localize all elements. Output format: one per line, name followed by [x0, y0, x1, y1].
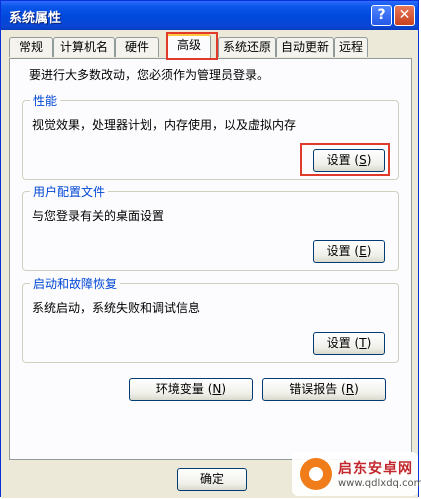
- user-profiles-desc: 与您登录有关的桌面设置: [32, 209, 165, 223]
- startup-recovery-hotkey: T: [359, 336, 367, 350]
- performance-desc: 视觉效果，处理器计划，内存使用，以及虚拟内存: [32, 118, 297, 132]
- startup-recovery-desc: 系统启动，系统失败和调试信息: [32, 301, 201, 315]
- tab-remote[interactable]: 远程: [334, 37, 368, 57]
- user-profiles-hotkey: E: [359, 244, 367, 258]
- tab-computer-name[interactable]: 计算机名: [53, 37, 115, 57]
- tab-automatic-updates[interactable]: 自动更新: [276, 37, 334, 57]
- watermark: 启东安卓网 www.qdlxdq.com: [292, 452, 421, 496]
- performance-settings-button[interactable]: 设置 (S): [313, 149, 385, 172]
- performance-title: 性能: [30, 92, 61, 109]
- performance-hotkey: S: [359, 153, 367, 167]
- admin-notice: 要进行大多数改动，您必须作为管理员登录。: [29, 68, 270, 82]
- error-reporting-button[interactable]: 错误报告 (R): [262, 378, 386, 401]
- user-profiles-settings-label: 设置: [326, 244, 351, 258]
- startup-recovery-settings-button[interactable]: 设置 (T): [313, 332, 385, 355]
- user-profiles-group: 用户配置文件 与您登录有关的桌面设置 设置 (E): [22, 183, 399, 271]
- close-icon[interactable]: ✕: [394, 5, 415, 26]
- watermark-logo-icon: [300, 458, 332, 490]
- performance-group: 性能 视觉效果，处理器计划，内存使用，以及虚拟内存 设置 (S): [22, 92, 399, 180]
- tab-advanced[interactable]: 高级: [167, 34, 211, 58]
- user-profiles-title: 用户配置文件: [30, 183, 109, 200]
- environment-variables-hotkey: N: [212, 382, 222, 396]
- environment-variables-button[interactable]: 环境变量 (N): [129, 378, 253, 401]
- help-icon[interactable]: ?: [371, 5, 392, 26]
- ok-button[interactable]: 确定: [177, 468, 247, 491]
- tab-system-restore[interactable]: 系统还原: [218, 37, 276, 57]
- tab-general[interactable]: 常规: [9, 37, 53, 57]
- window-title: 系统属性: [9, 11, 62, 26]
- system-properties-window: 系统属性 ? ✕ 常规 计算机名 硬件 高级 系统还原 自动更新 远程 要进行大…: [0, 0, 419, 498]
- startup-recovery-settings-label: 设置: [326, 336, 351, 350]
- watermark-title: 启东安卓网: [338, 461, 413, 477]
- title-bar[interactable]: 系统属性 ? ✕: [1, 1, 418, 30]
- error-reporting-hotkey: R: [345, 382, 355, 396]
- environment-variables-label: 环境变量: [155, 382, 204, 396]
- startup-recovery-title: 启动和故障恢复: [30, 275, 121, 292]
- error-reporting-label: 错误报告: [289, 382, 338, 396]
- advanced-panel: 要进行大多数改动，您必须作为管理员登录。 性能 视觉效果，处理器计划，内存使用，…: [9, 58, 412, 460]
- user-profiles-settings-button[interactable]: 设置 (E): [313, 240, 385, 263]
- tab-hardware[interactable]: 硬件: [115, 37, 159, 57]
- performance-settings-label: 设置: [326, 153, 351, 167]
- watermark-url: www.qdlxdq.com: [338, 478, 421, 489]
- startup-recovery-group: 启动和故障恢复 系统启动，系统失败和调试信息 设置 (T): [22, 275, 399, 363]
